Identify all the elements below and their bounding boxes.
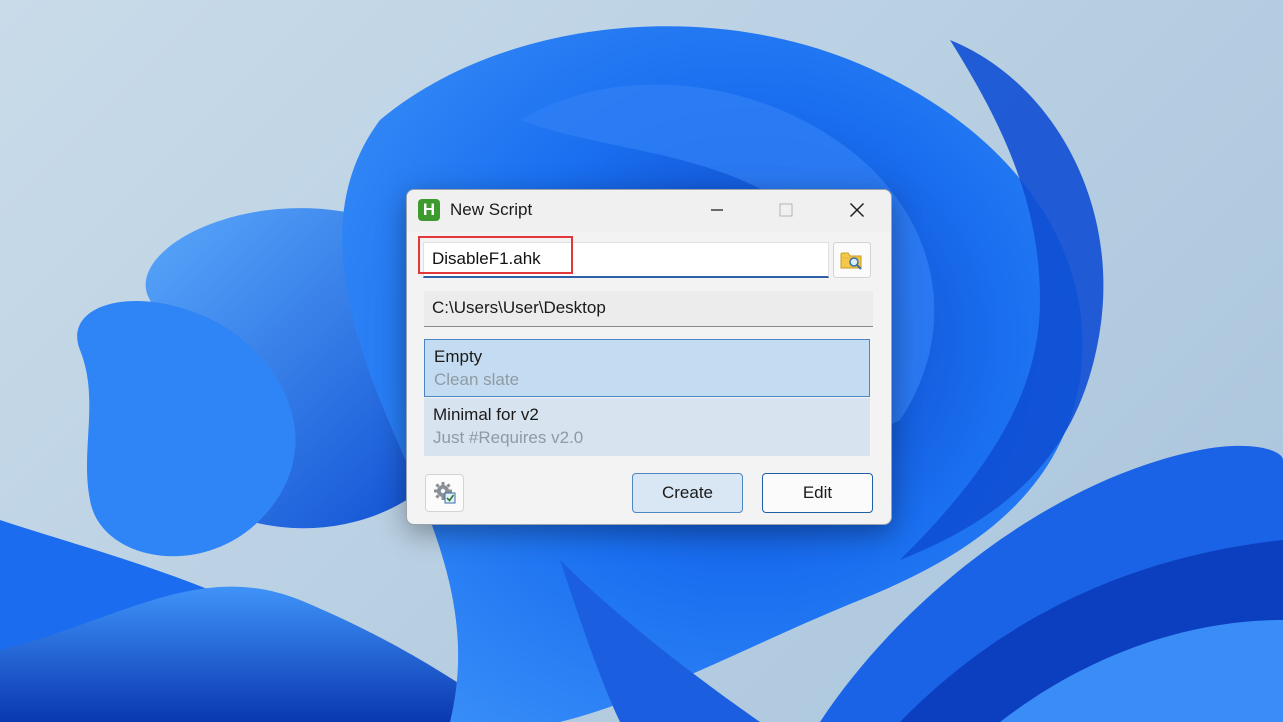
minimize-icon [711, 209, 723, 211]
desktop: H New Script DisableF1.ahk C:\Users\User… [0, 0, 1283, 722]
filename-input[interactable]: DisableF1.ahk [423, 242, 829, 278]
settings-button[interactable] [425, 474, 464, 512]
template-description: Clean slate [434, 370, 520, 389]
autohotkey-app-icon: H [418, 199, 440, 221]
close-button[interactable] [834, 190, 880, 230]
template-name: Minimal for v2 [433, 405, 539, 424]
create-button[interactable]: Create [632, 473, 743, 513]
browse-folder-button[interactable] [833, 242, 871, 278]
folder-search-icon [840, 252, 862, 270]
maximize-button[interactable] [763, 190, 809, 230]
gear-checkbox-icon [433, 482, 455, 504]
close-icon [850, 203, 864, 217]
title-bar[interactable]: H New Script [407, 190, 891, 232]
template-item-minimal-v2[interactable]: Minimal for v2 Just #Requires v2.0 [424, 398, 870, 456]
folder-path-field[interactable]: C:\Users\User\Desktop [424, 291, 873, 327]
template-description: Just #Requires v2.0 [433, 428, 584, 447]
template-item-empty[interactable]: Empty Clean slate [424, 339, 870, 397]
minimize-button[interactable] [694, 190, 740, 230]
template-name: Empty [434, 347, 483, 366]
maximize-icon [779, 203, 793, 217]
window-title: New Script [450, 200, 533, 219]
new-script-dialog: H New Script DisableF1.ahk C:\Users\User… [406, 189, 892, 525]
template-list: Empty Clean slate Minimal for v2 Just #R… [424, 339, 870, 457]
edit-button[interactable]: Edit [762, 473, 873, 513]
